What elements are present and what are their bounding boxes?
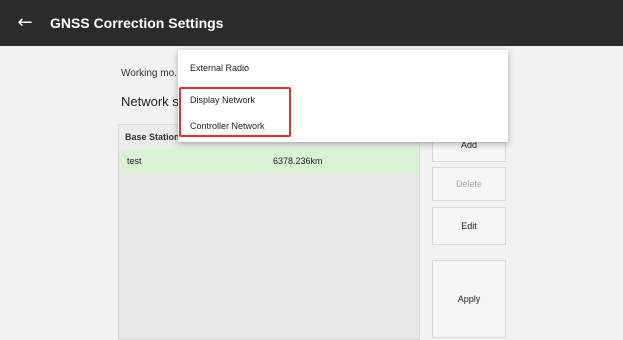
dropdown-option-external-radio[interactable]: External Radio xyxy=(178,54,508,80)
working-mode-label: Working mo... xyxy=(121,68,183,79)
edit-button[interactable]: Edit xyxy=(432,207,506,245)
table-row[interactable]: test 6378.236km xyxy=(119,149,419,173)
page-title: GNSS Correction Settings xyxy=(50,15,224,31)
delete-button[interactable]: Delete xyxy=(432,167,506,201)
column-header-base-station: Base Station xyxy=(125,132,180,142)
option-label: External Radio xyxy=(190,63,250,73)
app-bar: ← GNSS Correction Settings xyxy=(0,0,623,46)
base-station-list: Base Station test 6378.236km xyxy=(118,124,420,340)
back-arrow-icon[interactable]: ← xyxy=(14,12,36,34)
cell-station-name: test xyxy=(127,156,142,166)
apply-button[interactable]: Apply xyxy=(432,260,506,338)
cell-station-distance: 6378.236km xyxy=(273,156,323,166)
annotation-highlight-box xyxy=(179,87,291,137)
